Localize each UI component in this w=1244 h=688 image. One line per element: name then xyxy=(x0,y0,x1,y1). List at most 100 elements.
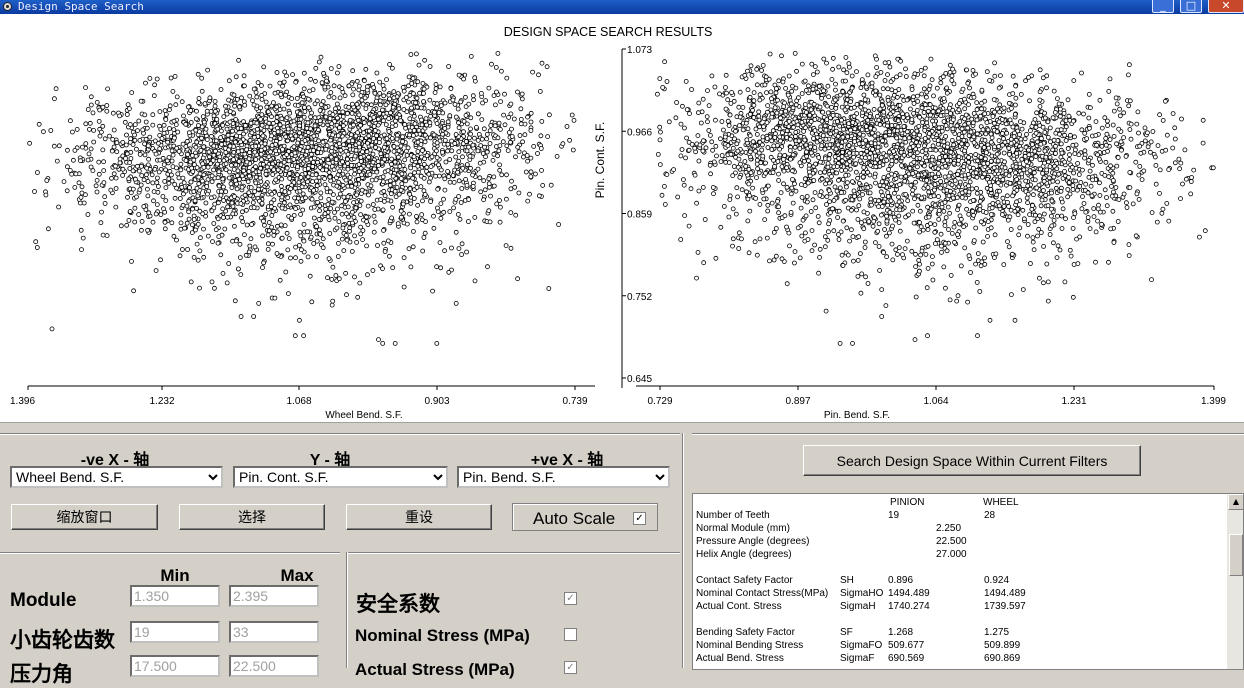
scatter-point xyxy=(1055,213,1060,219)
scatter-point xyxy=(223,167,229,173)
scatter-point xyxy=(291,144,297,150)
scatter-point xyxy=(466,101,472,107)
scatter-point xyxy=(318,102,324,108)
scatter-point xyxy=(822,169,827,175)
scatter-point xyxy=(259,200,265,206)
scatter-point xyxy=(522,132,528,138)
scatter-point xyxy=(402,167,408,172)
scatter-point xyxy=(391,89,397,94)
scatter-point xyxy=(869,80,875,86)
scatter-point xyxy=(459,145,465,151)
scatter-point xyxy=(295,164,300,170)
scatter-point xyxy=(186,216,192,222)
scatter-point xyxy=(195,123,201,128)
scatter-point xyxy=(78,194,84,200)
scatter-point xyxy=(406,211,412,217)
scatter-point xyxy=(930,143,936,149)
scatter-point xyxy=(400,139,406,144)
scatter-point xyxy=(259,97,265,102)
scatter-point xyxy=(93,183,99,189)
scatter-point xyxy=(242,123,248,128)
scatter-point xyxy=(247,93,253,99)
scatter-point xyxy=(363,106,369,111)
scatter-point xyxy=(409,105,414,111)
scatter-point xyxy=(298,116,304,122)
scatter-point xyxy=(777,134,783,140)
maximize-button[interactable]: □ xyxy=(1180,0,1202,13)
scatter-point xyxy=(322,182,328,188)
scatter-point xyxy=(393,123,399,128)
scatter-point xyxy=(724,90,729,96)
scatter-point xyxy=(54,158,60,164)
scatter-point xyxy=(341,194,347,200)
scatter-point xyxy=(378,151,384,157)
scatter-point xyxy=(802,158,807,164)
scatter-point xyxy=(508,101,514,107)
scatter-point xyxy=(960,86,966,92)
scatter-point xyxy=(750,185,755,191)
scatter-point xyxy=(903,66,908,72)
scatter-point xyxy=(78,158,83,164)
scatter-point xyxy=(390,265,396,271)
scatter-point xyxy=(157,109,163,114)
scatter-point xyxy=(547,112,552,118)
scatter-point xyxy=(406,74,412,80)
scatter-point xyxy=(334,225,340,231)
scatter-point xyxy=(453,229,459,235)
scatter-point xyxy=(252,244,258,250)
scatter-point xyxy=(358,165,364,171)
scatter-point xyxy=(270,241,275,247)
scatter-chart[interactable]: 1.0730.9660.8590.7520.6451.396 1.232 1.068… xyxy=(0,14,1244,422)
scatter-point xyxy=(339,86,345,91)
minimize-button[interactable]: _ xyxy=(1152,0,1174,13)
scatter-point xyxy=(336,64,342,69)
scatter-point xyxy=(488,123,494,128)
scatter-point xyxy=(924,94,929,100)
scatter-point xyxy=(497,204,503,210)
scatter-point xyxy=(484,132,490,137)
scatter-point xyxy=(257,175,263,181)
scatter-point xyxy=(750,107,755,113)
scatter-point xyxy=(122,119,128,125)
scatter-point xyxy=(199,135,204,141)
scatter-point xyxy=(352,233,358,239)
scatter-point xyxy=(117,156,123,162)
scatter-point xyxy=(316,59,322,65)
close-button[interactable]: ✕ xyxy=(1208,0,1244,13)
scatter-point xyxy=(279,116,285,122)
scatter-point xyxy=(383,102,389,108)
scatter-point xyxy=(76,180,82,186)
scatter-point xyxy=(818,127,823,133)
scatter-point xyxy=(408,165,414,171)
scatter-point xyxy=(363,66,369,72)
scatter-point xyxy=(411,113,417,119)
scatter-point xyxy=(776,171,781,177)
scatter-point xyxy=(481,197,487,203)
scatter-point xyxy=(327,189,333,195)
scatter-point xyxy=(99,129,104,135)
scatter-point xyxy=(391,95,397,101)
scatter-point xyxy=(788,101,794,107)
scatter-point xyxy=(776,78,782,84)
scatter-point xyxy=(921,110,927,115)
scatter-point xyxy=(702,217,708,222)
scatter-point xyxy=(175,129,181,135)
scatter-point xyxy=(209,279,215,285)
scatter-point xyxy=(686,147,692,153)
scatter-plot-area[interactable]: 1.073 0.966 0.859 0.752 0.645 1.396 1.232 1.068… xyxy=(0,14,1244,423)
scatter-point xyxy=(403,178,409,184)
scatter-point xyxy=(399,171,405,177)
scatter-point xyxy=(195,71,201,77)
scatter-point xyxy=(802,137,808,143)
title-bar: Design Space Search _ □ ✕ xyxy=(0,0,1244,14)
scatter-point xyxy=(56,143,62,149)
scatter-point xyxy=(158,127,164,132)
scatter-point xyxy=(422,230,428,236)
scatter-point xyxy=(194,108,199,114)
scatter-point xyxy=(275,129,281,135)
scatter-point xyxy=(381,132,387,138)
scatter-point xyxy=(470,172,476,178)
scatter-point xyxy=(944,90,950,96)
scatter-point xyxy=(745,87,751,93)
scatter-point xyxy=(157,146,163,152)
